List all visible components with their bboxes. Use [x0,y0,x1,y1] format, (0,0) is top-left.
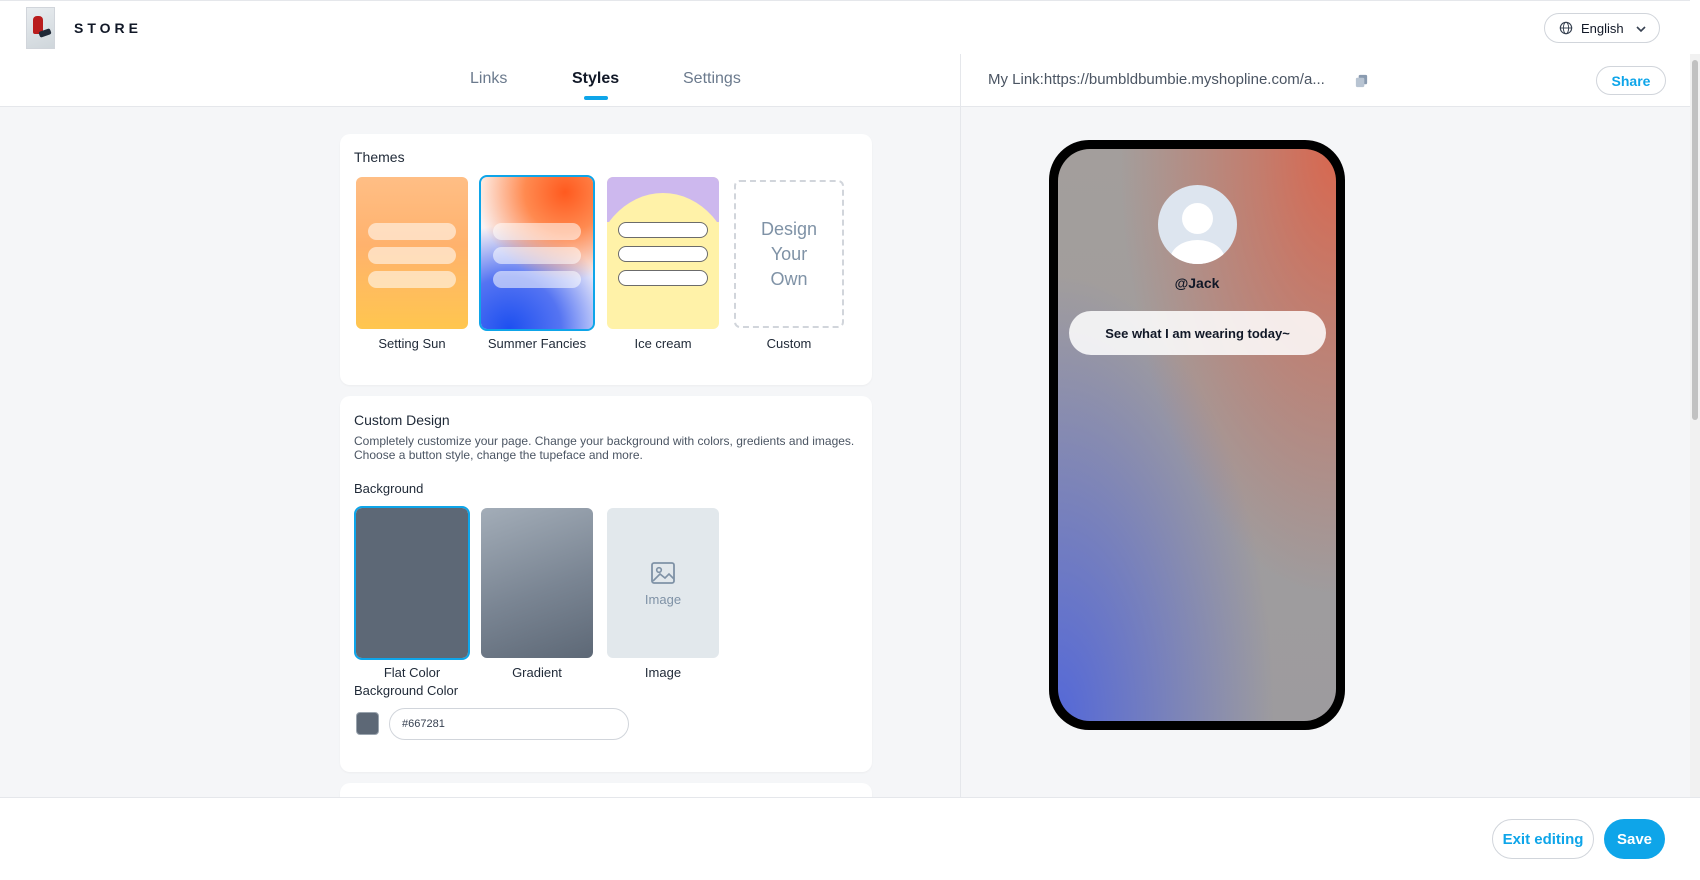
image-placeholder-text: Image [644,591,682,607]
language-label: English [1581,20,1624,36]
theme-label-ice-cream: Ice cream [634,336,692,351]
preview-link-button[interactable]: See what I am wearing today~ [1069,311,1326,355]
store-name: STORE [74,20,142,36]
custom-line-3: Own [770,268,808,289]
profile-handle: @Jack [1174,275,1220,291]
store-logo[interactable] [26,7,55,49]
globe-icon [1559,21,1573,35]
phone-screen: @Jack See what I am wearing today~ [1058,149,1336,721]
avatar [1158,185,1237,264]
scrollbar-thumb[interactable] [1692,60,1698,420]
custom-design-title: Custom Design [354,412,450,428]
tab-styles[interactable]: Styles [572,70,619,88]
save-button[interactable]: Save [1604,819,1665,859]
exit-editing-button[interactable]: Exit editing [1492,819,1594,859]
theme-label-summer-fancies: Summer Fancies [487,336,587,351]
my-link-text: My Link:https://bumbldbumbie.myshopline.… [988,71,1325,88]
theme-label-setting-sun: Setting Sun [378,336,446,351]
background-gradient-option[interactable] [481,508,593,658]
theme-summer-fancies[interactable] [479,175,595,331]
bg-label-image: Image [644,665,682,680]
background-label: Background [354,481,424,496]
custom-design-description: Completely customize your page. Change y… [354,434,855,462]
footer-bar: Exit editing Save [0,797,1700,880]
background-color-input[interactable] [389,708,629,740]
background-color-swatch[interactable] [356,712,379,735]
theme-label-custom: Custom [766,336,812,351]
active-tab-indicator [584,96,608,100]
bg-label-gradient: Gradient [512,665,562,680]
theme-setting-sun[interactable] [356,177,468,329]
tab-strip: Links Styles Settings My Link:https://bu… [0,54,1690,107]
language-selector[interactable]: English [1544,13,1660,43]
tab-settings[interactable]: Settings [683,70,741,88]
custom-line-1: Design [760,218,818,239]
theme-custom[interactable]: Design Your Own [734,180,844,328]
bg-label-flat-color: Flat Color [383,665,441,680]
background-image-option[interactable]: Image [607,508,719,658]
top-header: STORE English [0,0,1690,54]
phone-preview: @Jack See what I am wearing today~ [1049,140,1345,730]
theme-ice-cream[interactable] [607,177,719,329]
image-icon [651,561,675,584]
chevron-down-icon [1636,26,1646,33]
share-button[interactable]: Share [1596,66,1666,95]
themes-title: Themes [354,149,405,165]
background-color-label: Background Color [354,683,459,698]
tab-links[interactable]: Links [470,70,507,88]
background-flat-color-option[interactable] [354,506,470,660]
scrollbar[interactable] [1690,54,1700,797]
custom-line-2: Your [770,243,808,264]
copy-icon[interactable] [1354,73,1369,88]
